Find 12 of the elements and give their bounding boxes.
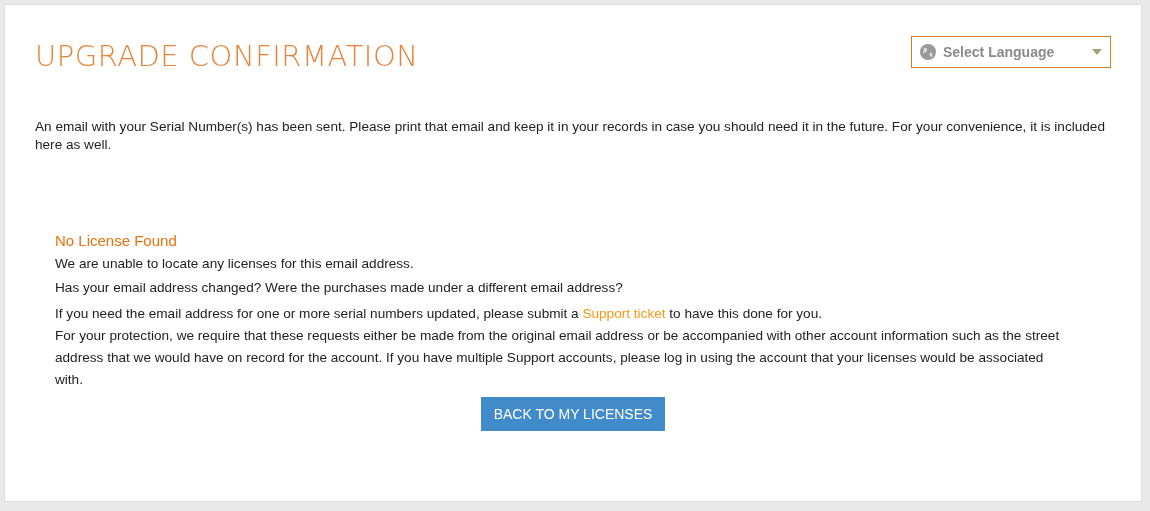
- notice-heading: No License Found: [55, 232, 178, 249]
- protection-text: For your protection, we require that these requests either be made from the original email address or be accompanied with other account information such as the street address that we would have on record for the account. If you have multiple Support accounts, please log in using the account that your licenses would be associated with.: [55, 327, 1061, 389]
- intro-text: An email with your Serial Number(s) has been sent. Please print that email and keep it in your records in case you should need it in the future. For your convenience, it is included here as well.: [35, 118, 1106, 154]
- support-text: If you need the email address for one or more serial numbers updated, please submit a Support ticket to have this done for you.: [55, 305, 823, 323]
- notice-text: Has your email address changed? Were the purchases made under a different email address?: [55, 279, 624, 297]
- page-title: UPGRADE CONFIRMATION: [35, 39, 419, 73]
- language-select[interactable]: Select Language: [911, 36, 1111, 68]
- support-ticket-link[interactable]: Support ticket: [582, 306, 666, 321]
- back-to-licenses-button[interactable]: BACK TO MY LICENSES: [480, 397, 666, 431]
- notice-text: We are unable to locate any licenses for this email address.: [55, 255, 415, 273]
- globe-icon: [920, 44, 936, 60]
- caret-icon: [1092, 49, 1102, 55]
